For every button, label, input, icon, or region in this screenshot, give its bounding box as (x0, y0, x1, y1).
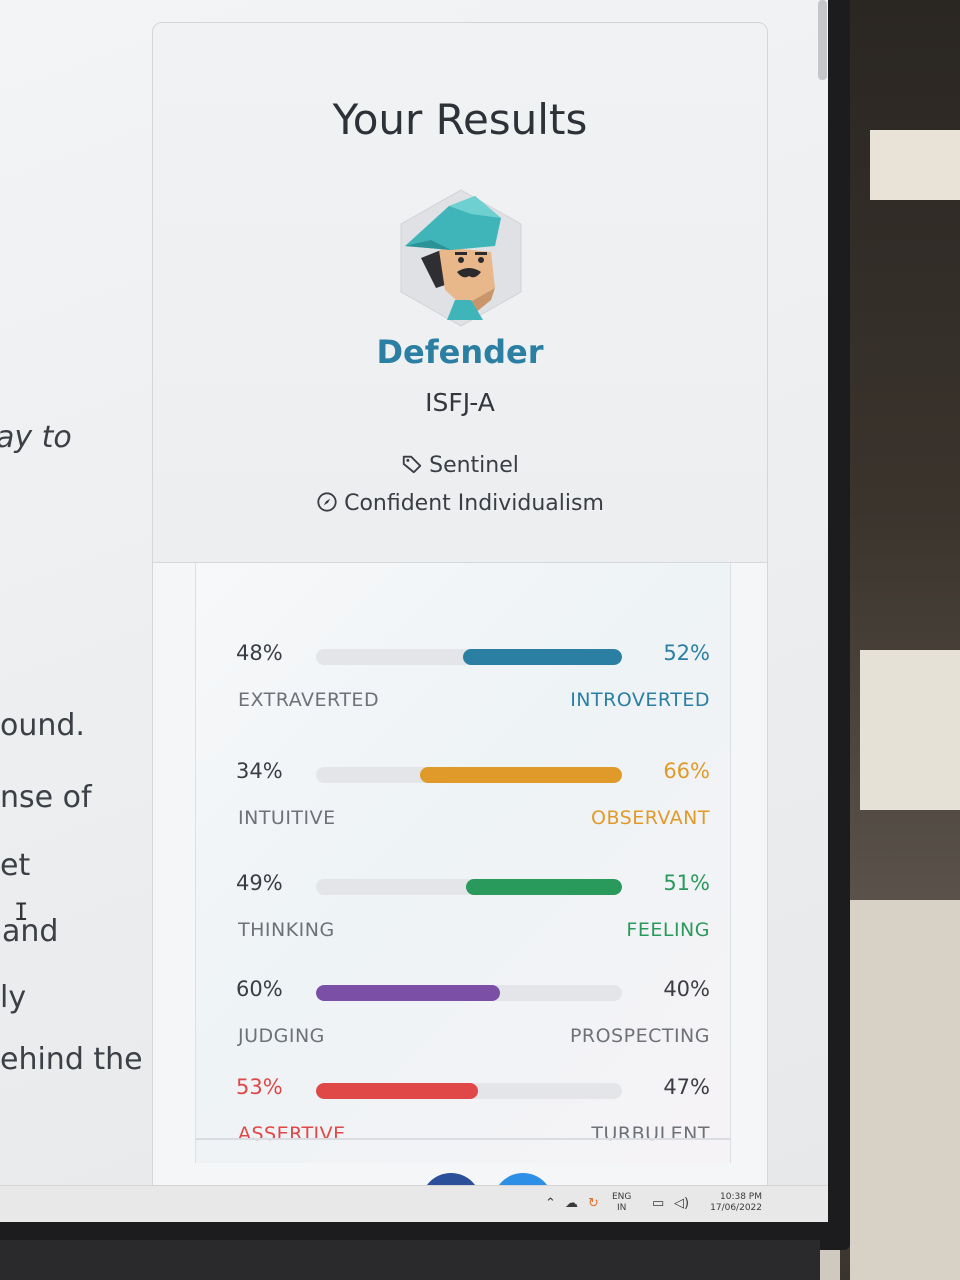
trait-bar-track (316, 649, 622, 665)
trait-bar-track (316, 767, 622, 783)
article-text-line: and (2, 914, 59, 949)
article-text-line: et (0, 848, 31, 883)
trait-row: 34% 66% INTUITIVE OBSERVANT (196, 759, 730, 859)
article-text-line: ehind the (0, 1042, 143, 1077)
strategy-row: Confident Individualism (153, 491, 767, 516)
trait-row: 49% 51% THINKING FEELING (196, 871, 730, 971)
network-icon[interactable]: ▭ (652, 1196, 664, 1211)
results-card: Your Results Defender ISFJ-A Sentinel Co… (152, 22, 768, 1222)
system-clock[interactable]: 10:38 PM 17/06/2022 (700, 1192, 762, 1214)
tag-icon (402, 455, 422, 474)
trait-bar-track (316, 879, 622, 895)
trait-bar-fill (462, 649, 622, 665)
role-row: Sentinel (153, 453, 767, 478)
region-code: IN (617, 1203, 627, 1213)
compass-icon (317, 492, 337, 512)
windows-taskbar: ⌃ ☁ ↻ ENG IN ▭ ◁) 10:38 PM 17/06/2022 (0, 1185, 828, 1222)
article-text-line: ound. (0, 708, 85, 743)
trait-right-percent: 51% (663, 871, 710, 895)
language-indicator[interactable]: ENG IN (612, 1192, 631, 1214)
trait-right-percent: 40% (663, 977, 710, 1001)
chevron-up-icon[interactable]: ⌃ (545, 1196, 556, 1211)
trait-right-label: FEELING (626, 919, 710, 941)
trait-right-label: TURBULENT (591, 1123, 710, 1145)
trait-row: 53% 47% ASSERTIVE TURBULENT (196, 1075, 730, 1175)
trait-bar-track (316, 1083, 622, 1099)
trait-left-label: INTUITIVE (238, 807, 336, 829)
trait-left-percent: 53% (236, 1075, 283, 1099)
background-desk-surface (850, 900, 960, 1280)
trait-bar-track (316, 985, 622, 1001)
trait-row: 48% 52% EXTRAVERTED INTROVERTED (196, 641, 730, 741)
trait-bar-fill (316, 985, 500, 1001)
trait-row: 60% 40% JUDGING PROSPECTING (196, 977, 730, 1077)
clock-date: 17/06/2022 (710, 1203, 762, 1213)
trait-left-percent: 60% (236, 977, 283, 1001)
article-text-line: nse of (0, 780, 92, 815)
trait-right-label: PROSPECTING (569, 1025, 710, 1047)
clock-time: 10:38 PM (720, 1192, 762, 1202)
monitor-base (0, 1240, 820, 1280)
cloud-icon[interactable]: ☁ (565, 1196, 578, 1211)
role-label: Sentinel (429, 453, 519, 478)
trait-right-percent: 52% (663, 641, 710, 665)
trait-right-label: OBSERVANT (591, 807, 710, 829)
trait-bar-fill (465, 879, 622, 895)
divider (195, 1138, 731, 1140)
strategy-label: Confident Individualism (344, 491, 604, 516)
trait-bar-fill (316, 1083, 479, 1099)
trait-left-percent: 48% (236, 641, 283, 665)
page-title: Your Results (332, 95, 588, 144)
volume-icon[interactable]: ◁) (674, 1196, 689, 1211)
personality-type-code: ISFJ-A (425, 388, 495, 417)
trait-left-percent: 34% (236, 759, 283, 783)
defender-avatar-icon (400, 189, 522, 327)
sync-icon[interactable]: ↻ (588, 1196, 599, 1211)
trait-left-label: JUDGING (238, 1025, 325, 1047)
trait-right-percent: 47% (663, 1075, 710, 1099)
scrollbar-thumb[interactable] (818, 0, 827, 80)
trait-right-percent: 66% (663, 759, 710, 783)
background-shelf (860, 650, 960, 810)
results-card-header: Your Results Defender ISFJ-A Sentinel Co… (153, 23, 767, 563)
article-text-line: ay to (0, 420, 72, 455)
background-shelf (870, 130, 960, 200)
language-code: ENG (612, 1192, 632, 1202)
trait-left-label: ASSERTIVE (238, 1123, 346, 1145)
trait-left-label: THINKING (238, 919, 335, 941)
trait-breakdown: 48% 52% EXTRAVERTED INTROVERTED 34% 66% INTUIT… (195, 563, 731, 1163)
personality-type-name: Defender (376, 333, 544, 371)
trait-bar-fill (420, 767, 622, 783)
article-text-line: ly (0, 980, 27, 1015)
screen: ay to ound. nse of et I and ly ehind the… (0, 0, 828, 1222)
trait-left-percent: 49% (236, 871, 283, 895)
trait-right-label: INTROVERTED (570, 689, 710, 711)
trait-left-label: EXTRAVERTED (238, 689, 380, 711)
